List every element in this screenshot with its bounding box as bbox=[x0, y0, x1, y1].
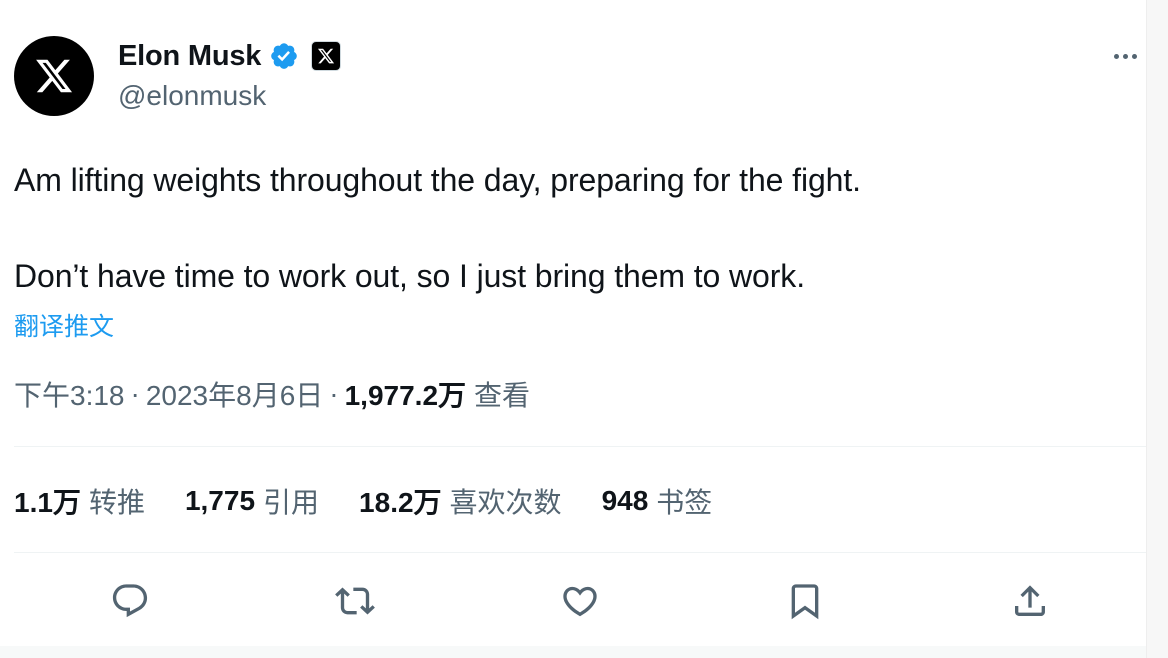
action-bar bbox=[0, 578, 1146, 624]
bookmarks-label: 书签 bbox=[656, 487, 713, 518]
affiliate-badge[interactable] bbox=[311, 41, 342, 71]
retweets-label: 转推 bbox=[88, 487, 145, 518]
likes-stat[interactable]: 18.2万 喜欢次数 bbox=[359, 481, 562, 521]
more-dot bbox=[1131, 53, 1137, 59]
author-display-name[interactable]: Elon Musk bbox=[118, 40, 261, 73]
quotes-count: 1,775 bbox=[184, 485, 256, 516]
meta-separator: · bbox=[329, 378, 339, 409]
verified-badge-icon bbox=[271, 43, 298, 69]
views-count: 1,977.2万 bbox=[344, 380, 467, 411]
quotes-stat[interactable]: 1,775 引用 bbox=[185, 481, 319, 521]
bookmark-icon bbox=[791, 584, 819, 620]
more-dot bbox=[1113, 53, 1119, 59]
more-options-button[interactable] bbox=[1108, 46, 1142, 66]
tweet-text-line: Am lifting weights throughout the day, p… bbox=[14, 162, 861, 198]
author-handle[interactable]: @elonmusk bbox=[118, 80, 266, 112]
tweet-time[interactable]: 下午3:18 bbox=[14, 374, 125, 414]
engagement-stats: 1.1万 转推 1,775 引用 18.2万 喜欢次数 948 书签 bbox=[14, 482, 752, 520]
like-button[interactable] bbox=[557, 578, 603, 624]
reply-button[interactable] bbox=[107, 578, 153, 624]
likes-count: 18.2万 bbox=[359, 487, 442, 518]
bookmarks-stat[interactable]: 948 书签 bbox=[602, 481, 713, 521]
tweet-date[interactable]: 2023年8月6日 bbox=[146, 374, 323, 414]
author-name-row: Elon Musk bbox=[118, 38, 342, 74]
share-button[interactable] bbox=[1007, 578, 1053, 624]
share-icon bbox=[1015, 585, 1045, 616]
tweet-card: Elon Musk @elonmusk Am lifting weights t… bbox=[0, 0, 1168, 658]
retweets-count: 1.1万 bbox=[14, 487, 81, 518]
reply-icon bbox=[112, 584, 148, 618]
views-label: 查看 bbox=[474, 380, 531, 411]
bottom-strip bbox=[0, 646, 1146, 658]
translate-tweet-link[interactable]: 翻译推文 bbox=[14, 307, 114, 343]
tweet-text: Am lifting weights throughout the day, p… bbox=[14, 160, 1114, 296]
likes-label: 喜欢次数 bbox=[449, 487, 562, 518]
tweet-text-line: Don’t have time to work out, so I just b… bbox=[14, 258, 805, 294]
tweet-meta: 下午3:18 · 2023年8月6日 · 1,977.2万 查看 bbox=[14, 376, 530, 412]
meta-separator: · bbox=[130, 378, 140, 409]
bookmark-button[interactable] bbox=[782, 578, 828, 624]
x-logo-icon bbox=[36, 59, 73, 93]
bookmarks-count: 948 bbox=[601, 485, 649, 516]
avatar[interactable] bbox=[14, 36, 94, 116]
x-logo-icon bbox=[318, 48, 335, 64]
quotes-label: 引用 bbox=[263, 487, 320, 518]
scrollbar-track[interactable] bbox=[1146, 0, 1168, 658]
divider bbox=[14, 552, 1146, 553]
retweets-stat[interactable]: 1.1万 转推 bbox=[14, 481, 145, 521]
more-dot bbox=[1122, 53, 1128, 59]
retweet-button[interactable] bbox=[332, 578, 378, 624]
divider bbox=[14, 446, 1146, 447]
retweet-icon bbox=[335, 587, 375, 615]
like-icon bbox=[563, 586, 597, 617]
